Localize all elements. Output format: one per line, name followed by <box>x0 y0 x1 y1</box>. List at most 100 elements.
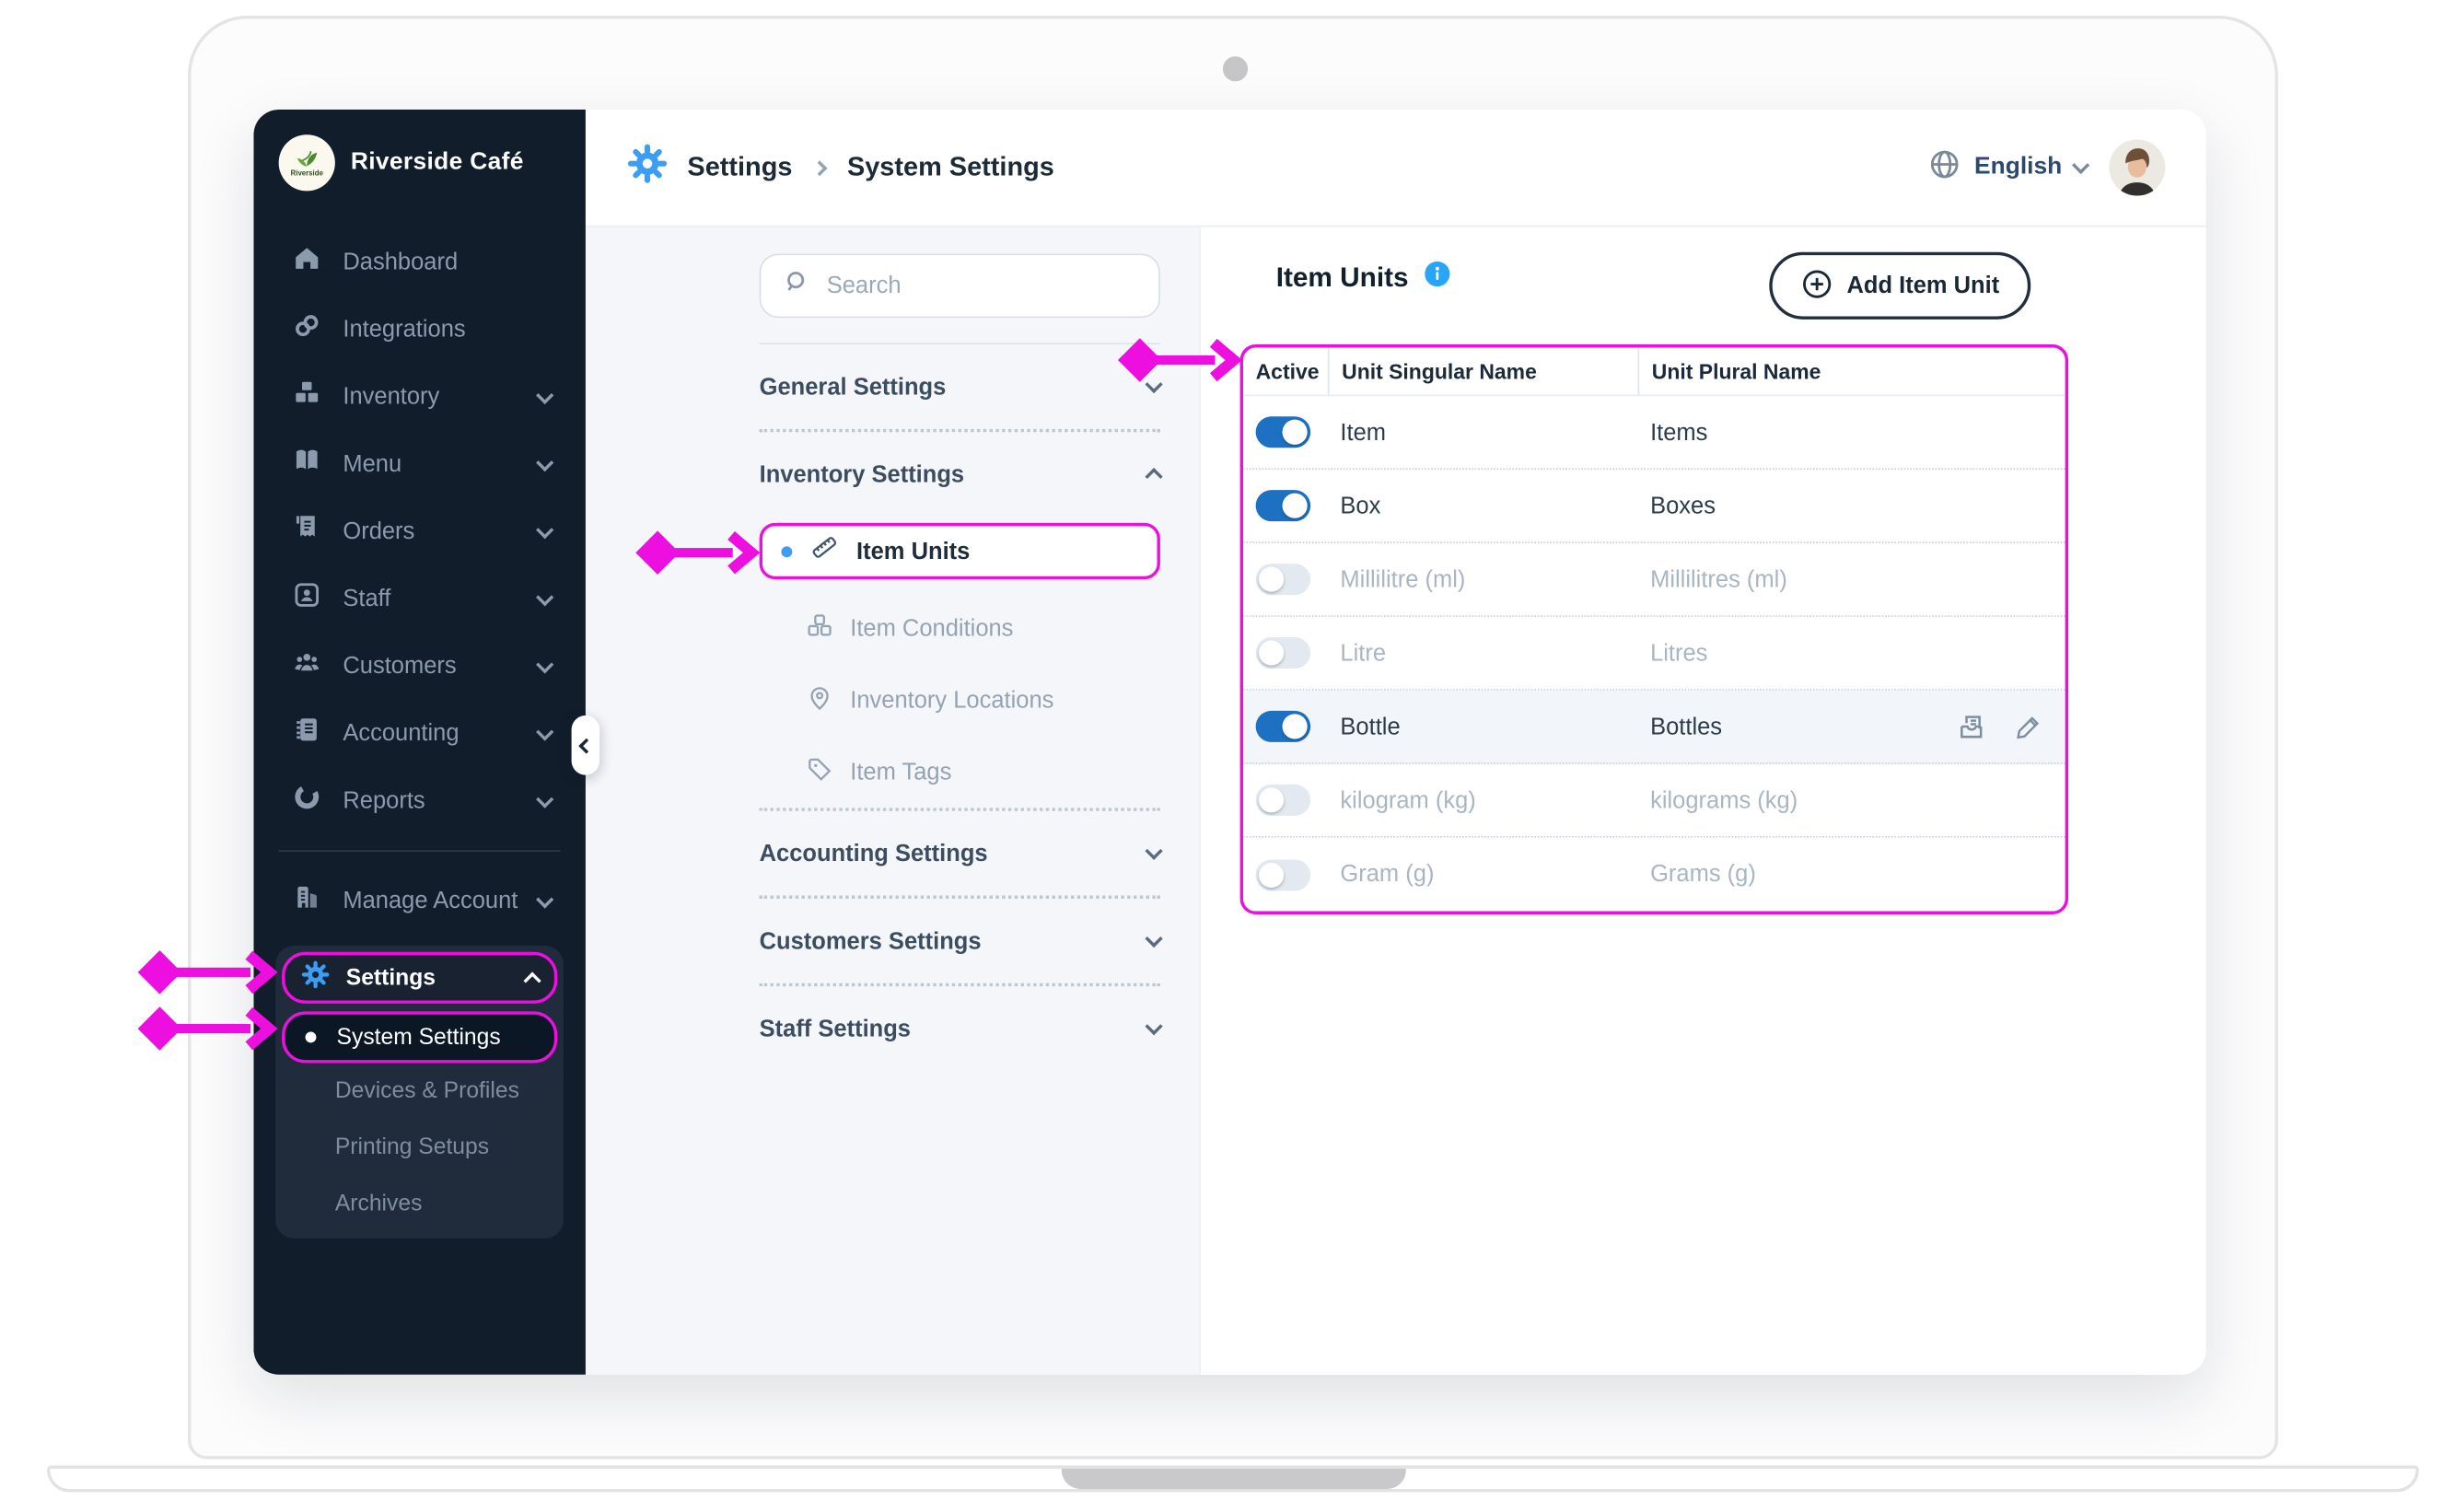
section-staff-settings[interactable]: Staff Settings <box>760 986 1163 1071</box>
app-window: Riverside Riverside Café Dashboard Integ… <box>253 110 2206 1375</box>
sidebar-item-accounting[interactable]: Accounting <box>253 700 585 767</box>
people-icon <box>291 646 322 686</box>
building-icon <box>291 881 322 921</box>
table-row[interactable]: kilogram (kg) kilograms (kg) <box>1243 764 2065 838</box>
chevron-down-icon <box>536 722 554 740</box>
chevron-up-icon <box>523 971 541 989</box>
sidebar-item-reports[interactable]: Reports <box>253 767 585 834</box>
breadcrumb-separator-icon <box>811 159 828 176</box>
chevron-down-icon <box>536 385 554 404</box>
ruler-icon <box>809 532 839 570</box>
sidebar-item-dashboard[interactable]: Dashboard <box>253 228 585 296</box>
column-header-singular: Unit Singular Name <box>1327 347 1638 395</box>
breadcrumb-settings[interactable]: Settings <box>687 152 792 183</box>
plus-circle-icon <box>1799 267 1833 305</box>
sidebar-divider <box>278 850 561 852</box>
column-header-active: Active <box>1255 359 1320 383</box>
add-item-unit-button[interactable]: Add Item Unit <box>1768 251 2031 320</box>
home-icon <box>291 243 322 283</box>
page-title: Item Units <box>1276 261 1449 295</box>
header-right: English <box>1927 139 2166 196</box>
breadcrumb-system-settings[interactable]: System Settings <box>847 152 1054 183</box>
nav-item-item-tags[interactable]: Item Tags <box>760 736 1160 808</box>
toggle-knob <box>1282 714 1308 739</box>
item-units-table: Active Unit Singular Name Unit Plural Na… <box>1239 344 2069 914</box>
chevron-down-icon <box>536 453 554 471</box>
archive-icon[interactable] <box>1956 710 1989 743</box>
table-row[interactable]: Item Items <box>1243 396 2065 471</box>
sidebar-item-manage-account[interactable]: Manage Account <box>253 867 585 935</box>
chevron-down-icon <box>536 789 554 808</box>
brand: Riverside Riverside Café <box>253 110 585 192</box>
active-bullet-dot <box>305 1031 317 1043</box>
search-input[interactable] <box>826 272 1137 299</box>
sidebar-item-inventory[interactable]: Inventory <box>253 363 585 430</box>
sidebar-item-menu[interactable]: Menu <box>253 431 585 498</box>
sidebar-item-customers[interactable]: Customers <box>253 633 585 700</box>
sidebar-item-printing-setups[interactable]: Printing Setups <box>282 1120 557 1176</box>
active-toggle[interactable] <box>1255 784 1311 816</box>
condition-boxes-icon <box>805 610 834 646</box>
chevron-down-icon <box>536 890 554 908</box>
annotation-arrow-item-units <box>635 530 761 575</box>
edit-pencil-icon[interactable] <box>2014 711 2045 742</box>
table-row-hovered[interactable]: Bottle Bottles <box>1243 690 2065 764</box>
sidebar-item-system-settings[interactable]: System Settings <box>282 1011 558 1064</box>
active-bullet-dot <box>781 545 793 557</box>
active-toggle[interactable] <box>1255 416 1311 448</box>
gear-icon <box>626 143 669 192</box>
active-toggle[interactable] <box>1255 637 1311 669</box>
table-row[interactable]: Millilitre (ml) Millilitres (ml) <box>1243 543 2065 617</box>
chevron-down-icon <box>1145 1018 1163 1036</box>
sidebar-item-devices-profiles[interactable]: Devices & Profiles <box>282 1063 557 1119</box>
receipt-icon <box>291 512 322 552</box>
laptop-hinge-notch <box>1060 1468 1405 1489</box>
nav-item-item-units[interactable]: Item Units <box>759 522 1160 580</box>
active-toggle[interactable] <box>1255 710 1311 742</box>
nav-item-inventory-locations[interactable]: Inventory Locations <box>760 664 1160 736</box>
map-pin-icon <box>805 681 834 717</box>
sidebar-collapse-handle[interactable] <box>571 715 600 775</box>
sidebar: Riverside Riverside Café Dashboard Integ… <box>253 110 600 1375</box>
chevron-down-icon <box>1145 842 1163 860</box>
active-toggle[interactable] <box>1255 564 1311 596</box>
svg-text:Riverside: Riverside <box>291 169 324 177</box>
table-row[interactable]: Litre Litres <box>1243 617 2065 691</box>
annotation-arrow-system-settings <box>137 1006 278 1051</box>
table-row[interactable]: Box Boxes <box>1243 470 2065 543</box>
right-region: Settings System Settings English Search … <box>585 110 2206 1375</box>
user-avatar[interactable] <box>2109 139 2166 196</box>
chevron-left-icon <box>577 737 594 753</box>
chevron-down-icon <box>2072 156 2090 175</box>
table-header: Active Unit Singular Name Unit Plural Na… <box>1243 347 2065 397</box>
table-row[interactable]: Gram (g) Grams (g) <box>1243 838 2065 912</box>
sidebar-item-archives[interactable]: Archives <box>282 1176 557 1232</box>
nav-item-item-conditions[interactable]: Item Conditions <box>760 592 1160 664</box>
pie-chart-icon <box>291 781 322 820</box>
section-general-settings[interactable]: General Settings <box>760 344 1163 429</box>
search-box <box>759 253 1160 319</box>
toggle-knob <box>1259 566 1285 592</box>
sidebar-item-settings[interactable]: Settings <box>282 951 558 1004</box>
toggle-knob <box>1259 640 1285 666</box>
active-toggle[interactable] <box>1255 858 1311 890</box>
globe-icon <box>1927 146 1961 189</box>
annotation-arrow-settings <box>137 950 278 994</box>
sidebar-item-orders[interactable]: Orders <box>253 498 585 565</box>
section-customers-settings[interactable]: Customers Settings <box>760 899 1163 983</box>
row-actions <box>1956 691 2045 762</box>
section-accounting-settings[interactable]: Accounting Settings <box>760 811 1163 896</box>
id-badge-icon <box>291 579 322 619</box>
chevron-down-icon <box>536 520 554 539</box>
info-icon[interactable] <box>1424 261 1449 295</box>
section-inventory-settings[interactable]: Inventory Settings <box>760 432 1163 517</box>
sidebar-item-staff[interactable]: Staff <box>253 565 585 633</box>
tag-icon <box>805 754 834 790</box>
active-toggle[interactable] <box>1255 490 1311 522</box>
laptop-base <box>47 1465 2419 1493</box>
chevron-down-icon <box>536 655 554 673</box>
settings-submenu: Settings System Settings Devices & Profi… <box>275 945 564 1239</box>
language-selector[interactable]: English <box>1927 146 2090 189</box>
sidebar-item-integrations[interactable]: Integrations <box>253 296 585 363</box>
column-header-plural: Unit Plural Name <box>1637 347 2065 395</box>
